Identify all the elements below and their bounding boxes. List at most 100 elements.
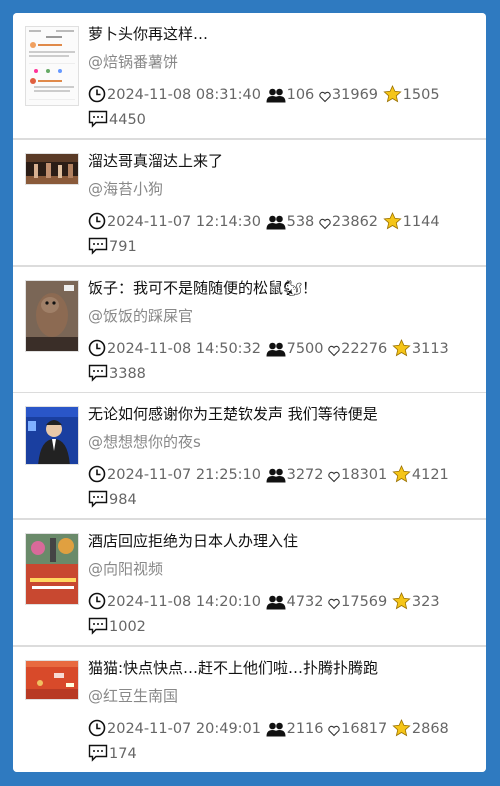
- post-likes-value: 23862: [331, 214, 379, 230]
- post-viewers-value: 2116: [286, 721, 324, 737]
- clock-icon: [88, 465, 106, 483]
- post-meta: 2024-11-07 12:14:30 538 23862 1144 791: [88, 210, 474, 260]
- post-viewers-value: 106: [286, 87, 315, 103]
- post-likes-value: 18301: [341, 467, 388, 483]
- post-thumbnail[interactable]: [25, 533, 79, 605]
- post-time: 2024-11-08 14:50:32: [88, 339, 261, 357]
- post-likes[interactable]: 18301: [328, 467, 387, 483]
- post-author[interactable]: @向阳视频: [88, 558, 163, 579]
- post-comments[interactable]: 3388: [88, 364, 146, 382]
- post-comments[interactable]: 4450: [88, 110, 146, 128]
- post-meta: 2024-11-08 14:50:32 7500 22276 3113 3388: [88, 337, 474, 387]
- post-time-value: 2024-11-07 12:14:30: [107, 214, 261, 230]
- post-viewers: 2116: [266, 721, 324, 737]
- star-icon: [383, 85, 402, 103]
- post-time-value: 2024-11-08 14:50:32: [107, 341, 261, 357]
- people-icon: [266, 87, 286, 103]
- heart-icon: [328, 471, 340, 483]
- post-likes-value: 31969: [331, 87, 379, 103]
- post-author[interactable]: @饭饭的踩屎官: [88, 305, 193, 326]
- post-favorites-value: 2868: [411, 721, 449, 737]
- people-icon: [266, 214, 286, 230]
- star-icon: [392, 339, 411, 357]
- post-time: 2024-11-08 14:20:10: [88, 592, 261, 610]
- post-thumbnail[interactable]: [25, 280, 79, 352]
- post-author[interactable]: @想想想你的夜s: [88, 431, 201, 452]
- post-title[interactable]: 溜达哥真溜达上来了: [88, 150, 476, 171]
- post-likes[interactable]: 31969: [319, 87, 378, 103]
- people-icon: [266, 341, 286, 357]
- post-likes-value: 17569: [341, 594, 388, 610]
- star-icon: [383, 212, 402, 230]
- post-time: 2024-11-07 21:25:10: [88, 465, 261, 483]
- comment-icon: [88, 364, 108, 382]
- post-favorites[interactable]: 3113: [392, 339, 449, 357]
- post-comments[interactable]: 174: [88, 744, 137, 762]
- post-favorites[interactable]: 2868: [392, 719, 449, 737]
- post-favorites[interactable]: 323: [392, 592, 440, 610]
- post-favorites[interactable]: 4121: [392, 465, 449, 483]
- post-comments-value: 3388: [109, 366, 146, 382]
- post-viewers: 538: [266, 214, 315, 230]
- post-comments-value: 1002: [109, 619, 146, 635]
- post-title[interactable]: 酒店回应拒绝为日本人办理入住: [88, 530, 476, 551]
- heart-icon: [328, 345, 340, 357]
- post-time: 2024-11-08 08:31:40: [88, 85, 261, 103]
- post-favorites-value: 4121: [411, 467, 449, 483]
- post-favorites[interactable]: 1144: [383, 212, 440, 230]
- heart-icon: [319, 91, 331, 103]
- post-card[interactable]: 溜达哥真溜达上来了 @海苔小狗 2024-11-07 12:14:30 538 …: [13, 140, 486, 265]
- post-author[interactable]: @红豆生南国: [88, 685, 178, 706]
- comment-icon: [88, 110, 108, 128]
- post-feed: 萝卜头你再这样… @焙锅番薯饼 2024-11-08 08:31:40 106 …: [13, 13, 486, 772]
- post-viewers: 4732: [266, 594, 324, 610]
- post-time: 2024-11-07 20:49:01: [88, 719, 261, 737]
- post-title[interactable]: 无论如何感谢你为王楚钦发声 我们等待便是: [88, 403, 476, 424]
- post-card[interactable]: 无论如何感谢你为王楚钦发声 我们等待便是 @想想想你的夜s 2024-11-07…: [13, 393, 486, 518]
- post-author[interactable]: @焙锅番薯饼: [88, 51, 178, 72]
- post-likes[interactable]: 22276: [328, 341, 387, 357]
- post-title[interactable]: 萝卜头你再这样…: [88, 23, 476, 44]
- post-viewers: 3272: [266, 467, 324, 483]
- post-author[interactable]: @海苔小狗: [88, 178, 163, 199]
- clock-icon: [88, 592, 106, 610]
- heart-icon: [328, 598, 340, 610]
- post-card[interactable]: 猫猫:快点快点…赶不上他们啦…扑腾扑腾跑 @红豆生南国 2024-11-07 2…: [13, 647, 486, 772]
- post-thumbnail[interactable]: [25, 153, 79, 185]
- post-likes[interactable]: 16817: [328, 721, 387, 737]
- post-thumbnail[interactable]: [25, 660, 79, 700]
- post-comments[interactable]: 984: [88, 490, 137, 508]
- post-meta: 2024-11-07 21:25:10 3272 18301 4121 984: [88, 463, 474, 513]
- post-viewers-value: 538: [286, 214, 315, 230]
- post-card[interactable]: 饭子：我可不是随随便的松鼠🐿！ @饭饭的踩屎官 2024-11-08 14:50…: [13, 267, 486, 392]
- post-card[interactable]: 酒店回应拒绝为日本人办理入住 @向阳视频 2024-11-08 14:20:10…: [13, 520, 486, 645]
- post-thumbnail[interactable]: [25, 406, 79, 465]
- post-likes[interactable]: 17569: [328, 594, 387, 610]
- post-comments[interactable]: 791: [88, 237, 137, 255]
- star-icon: [392, 719, 411, 737]
- post-comments-value: 174: [109, 746, 137, 762]
- clock-icon: [88, 85, 106, 103]
- post-time-value: 2024-11-07 21:25:10: [107, 467, 261, 483]
- star-icon: [392, 592, 411, 610]
- comment-icon: [88, 237, 108, 255]
- comment-icon: [88, 490, 108, 508]
- post-thumbnail[interactable]: [25, 26, 79, 106]
- post-viewers-value: 4732: [286, 594, 324, 610]
- post-favorites[interactable]: 1505: [383, 85, 440, 103]
- post-comments[interactable]: 1002: [88, 617, 146, 635]
- post-title[interactable]: 饭子：我可不是随随便的松鼠🐿！: [88, 277, 476, 298]
- post-meta: 2024-11-08 08:31:40 106 31969 1505 4450: [88, 83, 474, 133]
- post-comments-value: 791: [109, 239, 137, 255]
- post-viewers: 7500: [266, 341, 324, 357]
- star-icon: [392, 465, 411, 483]
- post-likes[interactable]: 23862: [319, 214, 378, 230]
- post-card[interactable]: 萝卜头你再这样… @焙锅番薯饼 2024-11-08 08:31:40 106 …: [13, 13, 486, 138]
- post-viewers-value: 3272: [286, 467, 324, 483]
- post-viewers-value: 7500: [286, 341, 324, 357]
- clock-icon: [88, 719, 106, 737]
- post-title[interactable]: 猫猫:快点快点…赶不上他们啦…扑腾扑腾跑: [88, 657, 476, 678]
- people-icon: [266, 467, 286, 483]
- post-favorites-value: 3113: [411, 341, 449, 357]
- clock-icon: [88, 339, 106, 357]
